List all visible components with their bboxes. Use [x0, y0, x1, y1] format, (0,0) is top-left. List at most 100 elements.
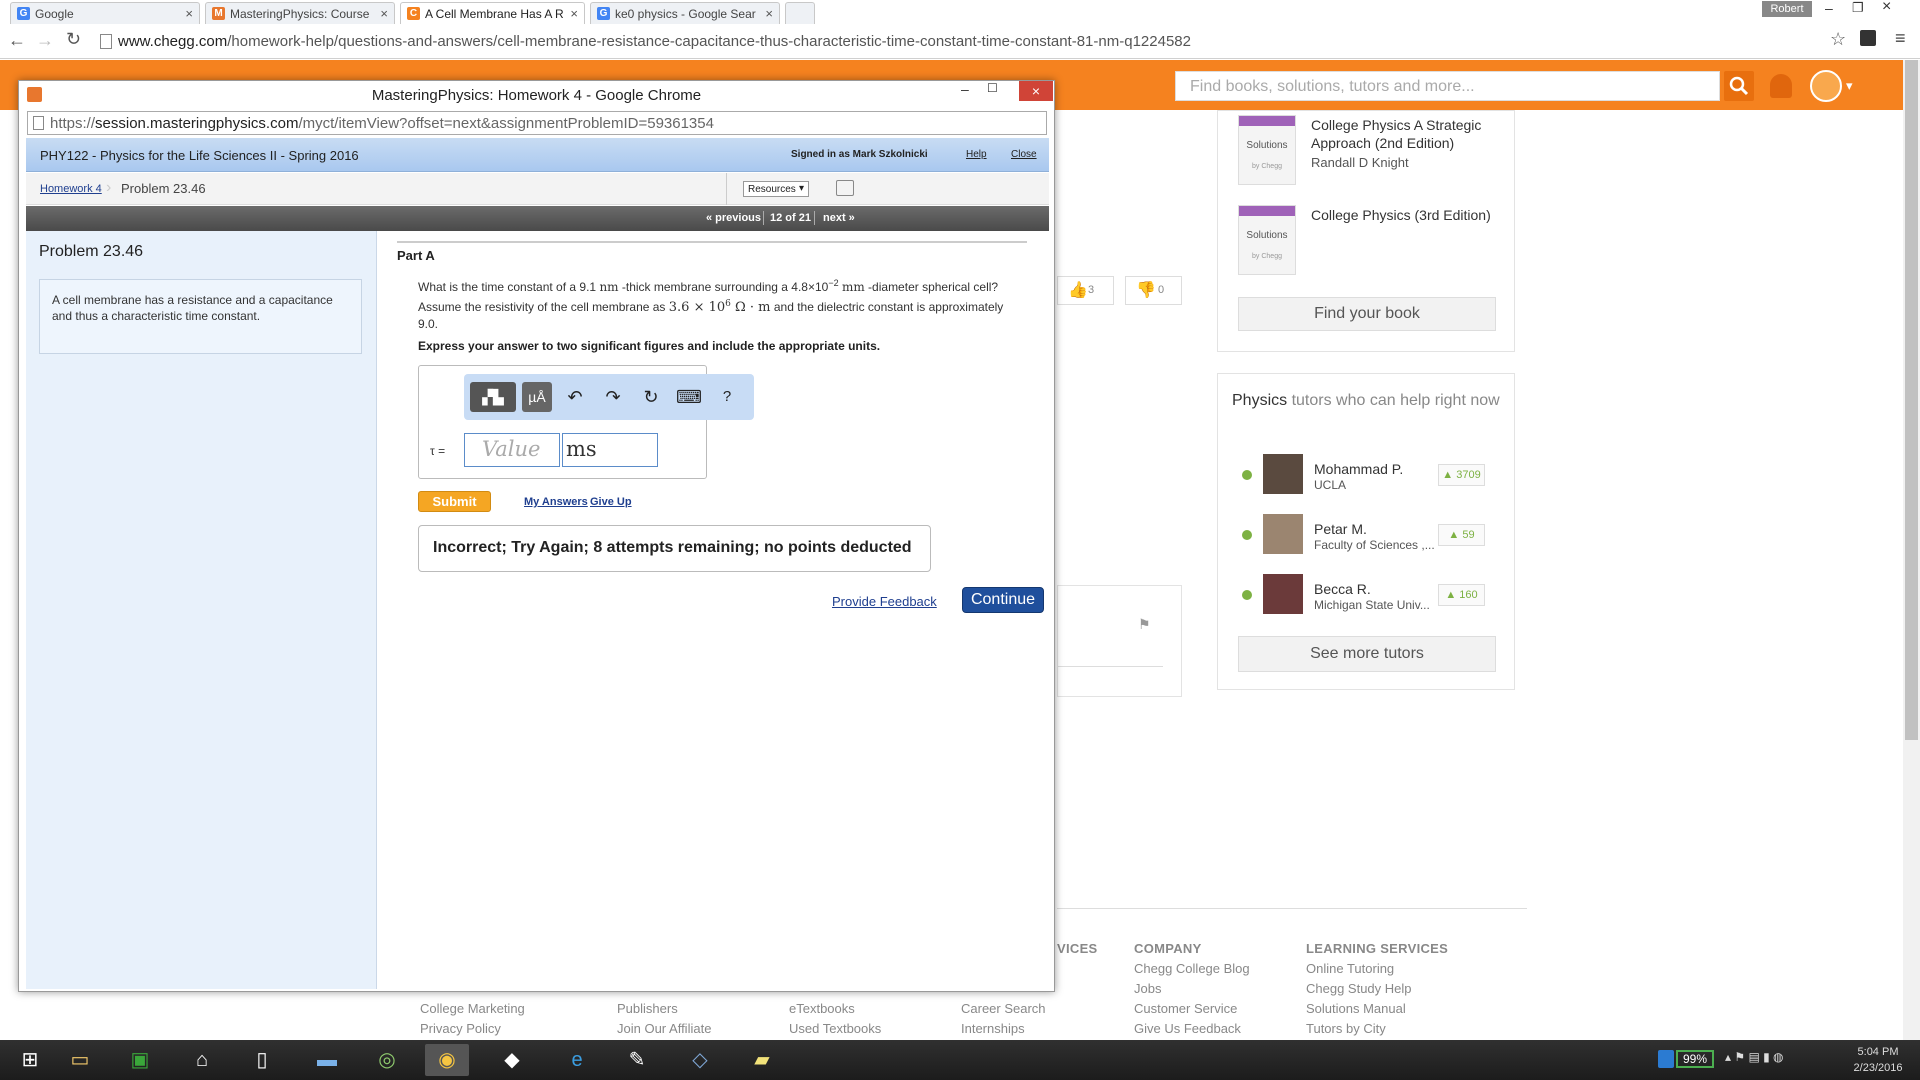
tutor-name[interactable]: Becca R. [1314, 581, 1371, 597]
chevron-down-icon[interactable]: ▾ [1846, 78, 1853, 94]
extension-icon[interactable] [1860, 30, 1876, 46]
file-explorer-icon[interactable]: ▭ [58, 1044, 102, 1076]
book-thumbnail[interactable]: Solutions by Chegg [1238, 205, 1296, 275]
see-more-tutors-button[interactable]: See more tutors [1238, 636, 1496, 672]
footer-link[interactable]: Publishers [617, 1001, 678, 1016]
footer-link[interactable]: Customer Service [1134, 1001, 1237, 1016]
footer-link[interactable]: Join Our Affiliate [617, 1021, 711, 1036]
internet-explorer-icon[interactable]: e [555, 1044, 599, 1076]
templates-button[interactable]: ▞▙ [470, 382, 516, 412]
chrome-icon[interactable]: ◉ [425, 1044, 469, 1076]
forward-icon[interactable]: → [36, 30, 54, 51]
new-tab-button[interactable] [785, 2, 815, 24]
notifications-bell-icon[interactable] [1770, 74, 1792, 98]
app-icon[interactable]: ◆ [490, 1044, 534, 1076]
close-window-button[interactable]: × [1019, 81, 1053, 101]
footer-link[interactable]: Chegg College Blog [1134, 961, 1250, 976]
circle-app-icon[interactable]: ◎ [365, 1044, 409, 1076]
footer-link[interactable]: Chegg Study Help [1306, 981, 1412, 996]
close-tab-icon[interactable]: × [185, 6, 193, 21]
gimp-icon[interactable]: ✎ [615, 1044, 659, 1076]
tutor-name[interactable]: Mohammad P. [1314, 461, 1403, 477]
tab-masteringphysics[interactable]: M MasteringPhysics: Course × [205, 2, 395, 24]
minimize-icon[interactable]: – [1825, 0, 1833, 16]
avatar[interactable] [1810, 70, 1842, 102]
home-icon[interactable]: ⌂ [180, 1044, 224, 1076]
unit-input[interactable]: ms [562, 433, 658, 467]
search-button[interactable] [1724, 71, 1754, 101]
url-field[interactable]: www.chegg.com/homework-help/questions-an… [98, 30, 1853, 54]
tutor-name[interactable]: Petar M. [1314, 521, 1367, 537]
avatar[interactable] [1263, 454, 1303, 494]
tab-google[interactable]: G Google × [10, 2, 200, 24]
footer-link[interactable]: Give Us Feedback [1134, 1021, 1241, 1036]
my-answers-link[interactable]: My Answers [524, 496, 588, 508]
units-button[interactable]: µÅ [522, 382, 552, 412]
previous-link[interactable]: « previous [706, 212, 761, 224]
bookmark-star-icon[interactable]: ☆ [1830, 29, 1846, 50]
reset-icon[interactable]: ↻ [636, 382, 666, 412]
restore-icon[interactable]: ❐ [1852, 0, 1864, 16]
breadcrumb-homework-link[interactable]: Homework 4 [40, 183, 102, 195]
tray-icons[interactable]: ▴ ⚑ ▤ ▮ ◍ [1725, 1050, 1784, 1064]
undo-icon[interactable]: ↶ [560, 382, 590, 412]
close-tab-icon[interactable]: × [380, 6, 388, 21]
book-title[interactable]: College Physics A Strategic Approach (2n… [1311, 116, 1501, 152]
sticky-notes-icon[interactable]: ▰ [740, 1044, 784, 1076]
value-input[interactable]: Value [464, 433, 560, 467]
battery-indicator[interactable]: 99% [1676, 1050, 1714, 1068]
book-title[interactable]: College Physics (3rd Edition) [1311, 206, 1501, 224]
close-window-icon[interactable]: × [1882, 0, 1891, 16]
footer-link[interactable]: Internships [961, 1021, 1025, 1036]
help-icon[interactable]: ? [712, 382, 742, 412]
footer-link[interactable]: Privacy Policy [420, 1021, 501, 1036]
monitor-icon[interactable]: ▬ [305, 1044, 349, 1076]
shield-icon[interactable] [1658, 1050, 1674, 1068]
footer-link[interactable]: Solutions Manual [1306, 1001, 1406, 1016]
close-link[interactable]: Close [1011, 149, 1037, 160]
avatar[interactable] [1263, 574, 1303, 614]
footer-link[interactable]: Jobs [1134, 981, 1161, 996]
footer-link[interactable]: College Marketing [420, 1001, 525, 1016]
continue-button[interactable]: Continue [962, 587, 1044, 613]
tutor-likes: ▲ 160 [1438, 584, 1485, 606]
provide-feedback-link[interactable]: Provide Feedback [832, 594, 937, 609]
flag-icon[interactable]: ⚑ [1138, 616, 1151, 633]
submit-button[interactable]: Submit [418, 491, 491, 512]
next-link[interactable]: next » [823, 212, 855, 224]
thumbs-down-button[interactable]: 👎 0 [1125, 276, 1182, 305]
back-icon[interactable]: ← [8, 30, 26, 51]
popup-url-field[interactable]: https://session.masteringphysics.com/myc… [27, 111, 1047, 135]
book-thumbnail[interactable]: Solutions by Chegg [1238, 115, 1296, 185]
minimize-icon[interactable]: – [961, 81, 969, 97]
give-up-link[interactable]: Give Up [590, 496, 632, 508]
help-link[interactable]: Help [966, 149, 987, 160]
tab-chegg[interactable]: C A Cell Membrane Has A R × [400, 2, 585, 24]
menu-icon[interactable]: ≡ [1895, 28, 1906, 49]
close-tab-icon[interactable]: × [765, 6, 773, 21]
reload-icon[interactable]: ↻ [66, 29, 81, 50]
footer-link[interactable]: Tutors by City [1306, 1021, 1386, 1036]
avatar[interactable] [1263, 514, 1303, 554]
keyboard-icon[interactable]: ⌨ [674, 382, 704, 412]
footer-link[interactable]: Online Tutoring [1306, 961, 1394, 976]
footer-link[interactable]: Used Textbooks [789, 1021, 881, 1036]
resources-dropdown[interactable]: Resources ▾ [743, 181, 809, 197]
store-icon[interactable]: ▣ [118, 1044, 162, 1076]
user-profile-badge[interactable]: Robert [1762, 1, 1812, 17]
maximize-icon[interactable]: ☐ [987, 81, 998, 95]
app-icon[interactable]: ◇ [678, 1044, 722, 1076]
find-your-book-button[interactable]: Find your book [1238, 297, 1496, 331]
close-tab-icon[interactable]: × [570, 6, 578, 21]
windows-start-icon[interactable]: ⊞ [8, 1044, 52, 1076]
footer-link[interactable]: Career Search [961, 1001, 1046, 1016]
document-icon[interactable]: ▯ [240, 1044, 284, 1076]
redo-icon[interactable]: ↷ [598, 382, 628, 412]
print-icon[interactable] [836, 180, 854, 196]
scrollbar-thumb[interactable] [1905, 60, 1918, 740]
footer-link[interactable]: eTextbooks [789, 1001, 855, 1016]
chegg-search-input[interactable]: Find books, solutions, tutors and more..… [1175, 71, 1720, 101]
clock-time[interactable]: 5:04 PM [1848, 1046, 1908, 1058]
thumbs-up-button[interactable]: 👍 3 [1057, 276, 1114, 305]
tab-google-search[interactable]: G ke0 physics - Google Sear × [590, 2, 780, 24]
